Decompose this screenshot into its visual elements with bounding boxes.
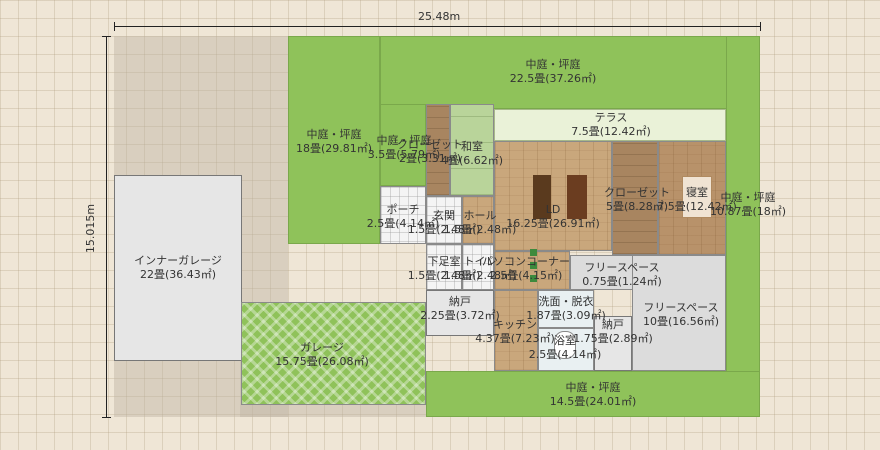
height-dimension-line xyxy=(106,36,107,417)
label-garage: ガレージ 15.75畳(26.08㎡) xyxy=(275,341,369,368)
width-dimension-tick-right xyxy=(760,22,761,31)
label-pc-corner: パソコンコーナー 2.5畳(4.15㎡) xyxy=(482,255,570,282)
width-dimension-label: 25.48m xyxy=(418,10,461,23)
label-free-space-large: フリースペース 10畳(16.56㎡) xyxy=(642,301,720,328)
width-dimension-line xyxy=(114,26,760,27)
height-dimension-label: 15.015m xyxy=(84,203,98,254)
label-inner-garage: インナーガレージ 22畳(36.43㎡) xyxy=(134,254,222,281)
label-hall: ホール 1.5畳(2.48㎡) xyxy=(443,209,517,236)
floor-plan: 25.48m 15.015m 中庭・坪庭 22.5畳(37.26㎡) テラス 7… xyxy=(0,0,880,450)
label-terrace: テラス 7.5畳(12.42㎡) xyxy=(571,111,651,138)
label-bathroom: 浴室 2.5畳(4.14㎡) xyxy=(528,334,602,361)
label-courtyard-top: 中庭・坪庭 22.5畳(37.26㎡) xyxy=(509,58,597,85)
label-free-space-small: フリースペース 0.75畳(1.24㎡) xyxy=(582,261,662,288)
label-courtyard-left: 中庭・坪庭 18畳(29.81㎡) xyxy=(295,128,373,155)
width-dimension-tick-left xyxy=(114,22,115,31)
label-courtyard-right: 中庭・坪庭 10.87畳(18㎡) xyxy=(709,191,787,218)
label-washitsu: 和室 4畳(6.62㎡) xyxy=(440,140,504,167)
height-dimension-tick-top xyxy=(102,36,111,37)
label-courtyard-bottom: 中庭・坪庭 14.5畳(24.01㎡) xyxy=(549,381,637,408)
height-dimension-tick-bottom xyxy=(102,417,111,418)
label-living-dining: LD 16.25畳(26.91㎡) xyxy=(506,203,600,230)
